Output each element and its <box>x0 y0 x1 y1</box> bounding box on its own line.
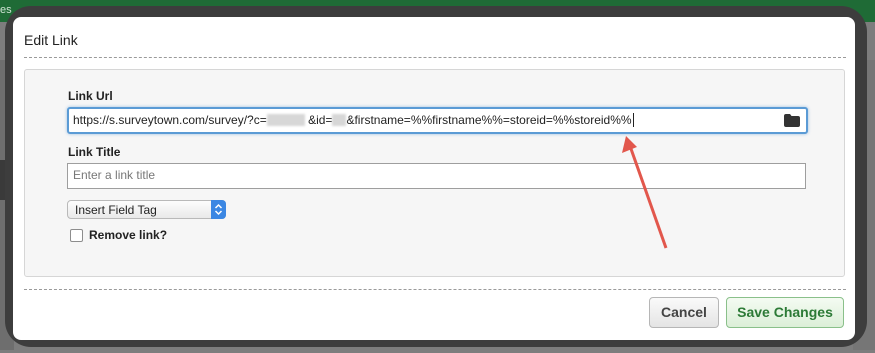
remove-link-checkbox[interactable] <box>70 229 83 242</box>
link-title-input[interactable] <box>68 164 793 186</box>
link-url-label: Link Url <box>68 89 113 103</box>
footer-divider <box>24 289 846 290</box>
link-title-field[interactable] <box>67 163 806 189</box>
background-topbar-text: es <box>0 4 12 16</box>
redacted-c-value <box>266 114 305 126</box>
folder-icon[interactable] <box>784 114 800 127</box>
link-url-input[interactable]: https://s.surveytown.com/survey/?c= &id=… <box>67 107 808 134</box>
remove-link-label[interactable]: Remove link? <box>89 228 167 242</box>
dialog-header: Edit Link <box>13 17 855 56</box>
dialog-title: Edit Link <box>24 32 78 48</box>
text-cursor <box>632 113 634 127</box>
insert-field-tag-select[interactable]: Insert Field Tag <box>67 200 226 219</box>
header-divider <box>24 57 846 58</box>
cancel-button[interactable]: Cancel <box>649 297 719 328</box>
link-title-label: Link Title <box>68 145 121 159</box>
save-changes-button[interactable]: Save Changes <box>726 297 844 328</box>
link-form-panel: Link Url https://s.surveytown.com/survey… <box>24 69 845 277</box>
select-arrows-icon <box>211 200 226 219</box>
insert-field-tag-selected: Insert Field Tag <box>75 203 157 217</box>
edit-link-dialog: Edit Link Link Url https://s.surveytown.… <box>13 17 855 340</box>
link-url-value: https://s.surveytown.com/survey/?c= &id=… <box>73 113 634 127</box>
redacted-id-value <box>332 114 347 126</box>
